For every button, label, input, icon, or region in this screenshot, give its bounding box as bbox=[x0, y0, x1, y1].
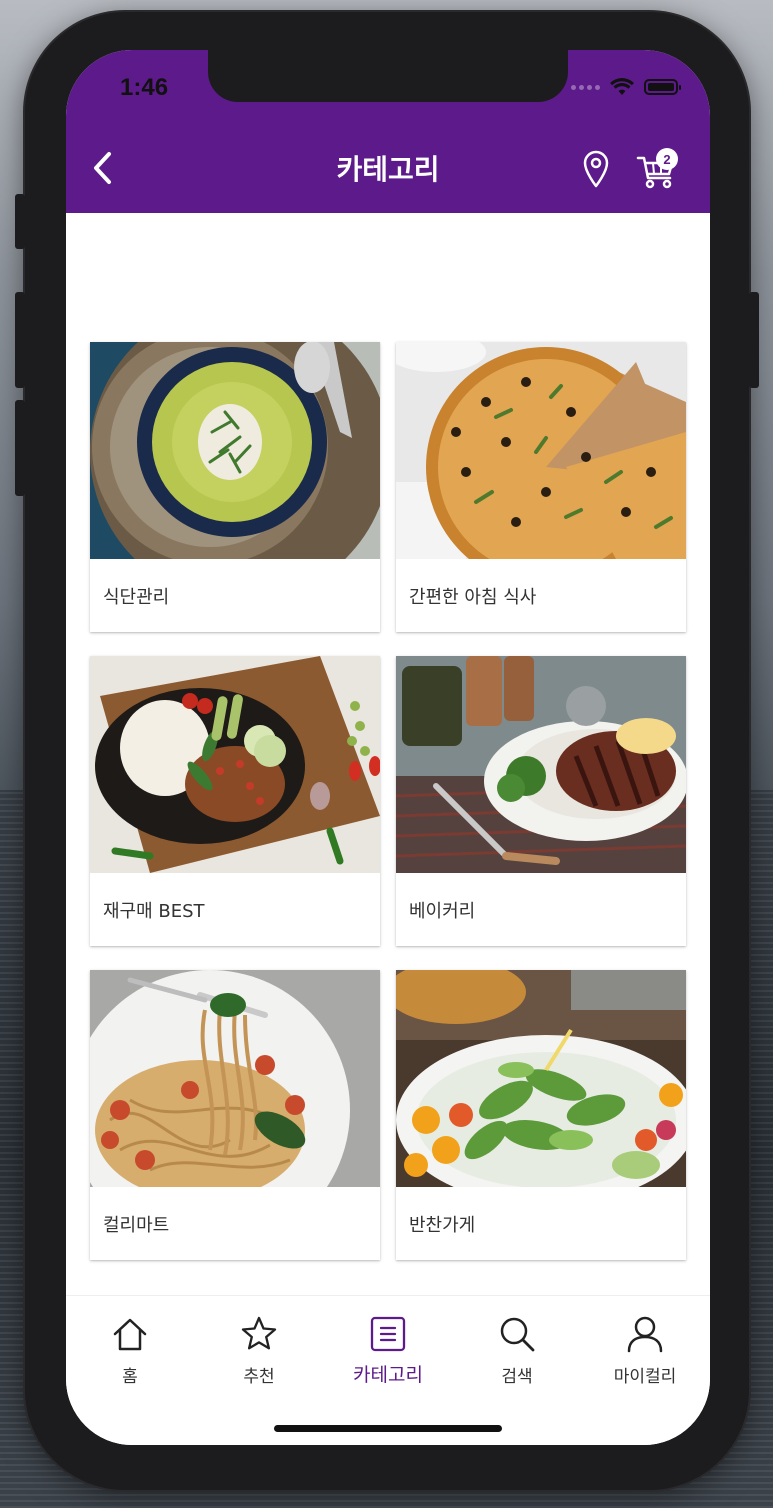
category-grid: 식단관리 간편한 아침 식사 재구매 BEST 베이커리 컬리마트 반찬가게 bbox=[90, 342, 686, 1260]
category-label: 베이커리 bbox=[409, 900, 476, 922]
category-label: 컬리마트 bbox=[103, 1214, 170, 1236]
location-button[interactable] bbox=[581, 148, 611, 190]
cellular-signal-icon bbox=[571, 84, 600, 90]
tab-label: 카테고리 bbox=[353, 1364, 423, 1386]
tab-recommend[interactable]: 추천 bbox=[204, 1314, 314, 1394]
grilled-steak-image bbox=[396, 656, 686, 873]
pizza-image bbox=[396, 342, 686, 559]
tab-label: 추천 bbox=[243, 1367, 275, 1387]
category-card-diet[interactable]: 식단관리 bbox=[90, 342, 380, 632]
search-icon bbox=[500, 1317, 535, 1352]
user-icon bbox=[627, 1316, 663, 1353]
green-soup-image bbox=[90, 342, 380, 559]
category-card-kurly-mart[interactable]: 컬리마트 bbox=[90, 970, 380, 1260]
tab-home[interactable]: 홈 bbox=[75, 1314, 185, 1394]
tab-my-kurly[interactable]: 마이컬리 bbox=[590, 1314, 700, 1394]
category-label: 반찬가게 bbox=[409, 1214, 476, 1236]
cart-count-badge: 2 bbox=[656, 148, 678, 170]
rice-stir-fry-image bbox=[90, 656, 380, 873]
home-indicator[interactable] bbox=[274, 1425, 502, 1432]
home-icon bbox=[113, 1318, 147, 1351]
app-header: 1:46 카테고리 2 bbox=[66, 50, 710, 213]
category-card-breakfast[interactable]: 간편한 아침 식사 bbox=[396, 342, 686, 632]
status-indicators bbox=[571, 78, 681, 96]
volume-up-button bbox=[15, 292, 25, 388]
volume-down-button bbox=[15, 400, 25, 496]
app-screen: 1:46 카테고리 2 식단관리 간편한 아침 식사 재구매 BEST 베이커리… bbox=[66, 50, 710, 1445]
category-card-side-dish[interactable]: 반찬가게 bbox=[396, 970, 686, 1260]
tab-label: 검색 bbox=[501, 1367, 533, 1387]
category-card-rebuy-best[interactable]: 재구매 BEST bbox=[90, 656, 380, 946]
spaghetti-image bbox=[90, 970, 380, 1187]
cart-button[interactable]: 2 bbox=[634, 148, 680, 190]
location-pin-icon bbox=[583, 150, 609, 188]
salad-image bbox=[396, 970, 686, 1187]
category-label: 재구매 BEST bbox=[103, 900, 205, 922]
bottom-tab-bar: 홈 추천 카테고리 검색 마이컬리 bbox=[66, 1295, 710, 1445]
star-icon bbox=[241, 1316, 277, 1350]
page-title: 카테고리 bbox=[336, 153, 440, 186]
list-icon bbox=[370, 1316, 406, 1352]
tab-category[interactable]: 카테고리 bbox=[333, 1314, 443, 1394]
notch bbox=[208, 50, 568, 102]
category-card-bakery[interactable]: 베이커리 bbox=[396, 656, 686, 946]
status-time: 1:46 bbox=[120, 74, 169, 101]
tab-label: 홈 bbox=[122, 1367, 138, 1387]
category-label: 식단관리 bbox=[103, 586, 170, 608]
power-button bbox=[749, 292, 759, 388]
wifi-icon bbox=[610, 78, 634, 95]
battery-icon bbox=[644, 79, 681, 95]
category-label: 간편한 아침 식사 bbox=[409, 586, 537, 608]
tab-label: 마이컬리 bbox=[613, 1367, 677, 1387]
mute-switch bbox=[15, 194, 25, 249]
tab-search[interactable]: 검색 bbox=[462, 1314, 572, 1394]
